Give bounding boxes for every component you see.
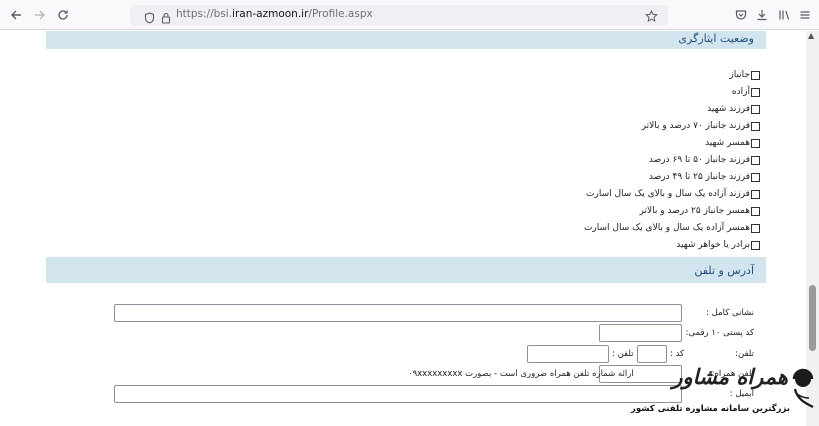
- section-title: آدرس و تلفن: [694, 263, 754, 277]
- phone-code-input[interactable]: [637, 345, 667, 363]
- watermark-title: همراه مشاور: [672, 364, 788, 389]
- checkbox[interactable]: [751, 206, 760, 216]
- bookmark-star-icon[interactable]: [645, 8, 658, 27]
- mobile-note: ارائه شماره تلفن همراه ضروری است - بصورت…: [408, 369, 634, 379]
- watermark-subtitle: بزرگترین سامانه مشاوره تلفنی کشور: [630, 404, 790, 414]
- checkbox-option-2[interactable]: آزاده: [732, 87, 760, 97]
- url-text: https://bsi.iran-azmoon.ir/Profile.aspx: [176, 8, 373, 20]
- download-icon[interactable]: [752, 5, 772, 25]
- email-input[interactable]: [114, 385, 682, 403]
- checkbox[interactable]: [751, 70, 760, 80]
- full-address-input[interactable]: [114, 304, 682, 322]
- menu-icon[interactable]: [795, 5, 815, 25]
- checkbox-option-4[interactable]: فرزند جانباز ۷۰ درصد و بالاتر: [642, 121, 760, 131]
- checkbox[interactable]: [751, 240, 760, 250]
- phone-label: تلفن:: [735, 349, 754, 359]
- checkbox[interactable]: [751, 155, 760, 165]
- reload-icon[interactable]: [53, 5, 73, 25]
- checkbox-option-8[interactable]: فرزند آزاده یک سال و بالای یک سال اسارت: [586, 189, 760, 199]
- checkbox-option-9[interactable]: همسر جانباز ۲۵ درصد و بالاتر: [640, 206, 760, 216]
- postal-code-input[interactable]: [599, 324, 682, 342]
- headset-icon: [792, 368, 814, 408]
- scrollbar-thumb[interactable]: [809, 285, 816, 351]
- sacrifice-section-header: وضعیت ایثارگری: [46, 31, 766, 49]
- checkbox-option-6[interactable]: فرزند جانباز ۵۰ تا ۶۹ درصد: [649, 155, 760, 165]
- phone-code-label: کد :: [670, 349, 685, 359]
- checkbox-option-7[interactable]: فرزند جانباز ۲۵ تا ۴۹ درصد: [649, 172, 760, 182]
- lock-icon[interactable]: [161, 9, 171, 28]
- address-section-header: آدرس و تلفن: [46, 257, 766, 283]
- watermark-logo: همراه مشاور بزرگترین سامانه مشاوره تلفنی…: [631, 364, 819, 426]
- back-arrow-icon[interactable]: [6, 5, 26, 25]
- section-title: وضعیت ایثارگری: [678, 31, 754, 45]
- shield-icon[interactable]: [144, 9, 155, 28]
- checkbox-option-5[interactable]: همسر شهید: [705, 138, 760, 148]
- checkbox-option-10[interactable]: همسر آزاده یک سال و بالای یک سال اسارت: [584, 223, 760, 233]
- checkbox[interactable]: [751, 121, 760, 131]
- checkbox[interactable]: [751, 189, 760, 199]
- phone-number-input[interactable]: [527, 345, 609, 363]
- checkbox[interactable]: [751, 104, 760, 114]
- address-bar[interactable]: https://bsi.iran-azmoon.ir/Profile.aspx: [130, 5, 668, 26]
- phone-number-label: تلفن :: [612, 349, 634, 359]
- checkbox-option-1[interactable]: جانباز: [729, 70, 760, 80]
- scroll-up-arrow-icon[interactable]: ▲: [808, 31, 814, 40]
- full-address-label: نشانی کامل :: [706, 308, 754, 318]
- checkbox-option-3[interactable]: فرزند شهید: [707, 104, 760, 114]
- checkbox[interactable]: [751, 87, 760, 97]
- checkbox-option-11[interactable]: برادر یا خواهر شهید: [676, 240, 760, 250]
- browser-toolbar: https://bsi.iran-azmoon.ir/Profile.aspx: [0, 0, 819, 30]
- checkbox[interactable]: [751, 138, 760, 148]
- postal-code-label: کد پستی ۱۰ رقمی:: [685, 328, 754, 338]
- checkbox[interactable]: [751, 172, 760, 182]
- pocket-icon[interactable]: [731, 5, 751, 25]
- forward-arrow-icon[interactable]: [30, 5, 50, 25]
- checkbox[interactable]: [751, 223, 760, 233]
- library-icon[interactable]: [774, 5, 794, 25]
